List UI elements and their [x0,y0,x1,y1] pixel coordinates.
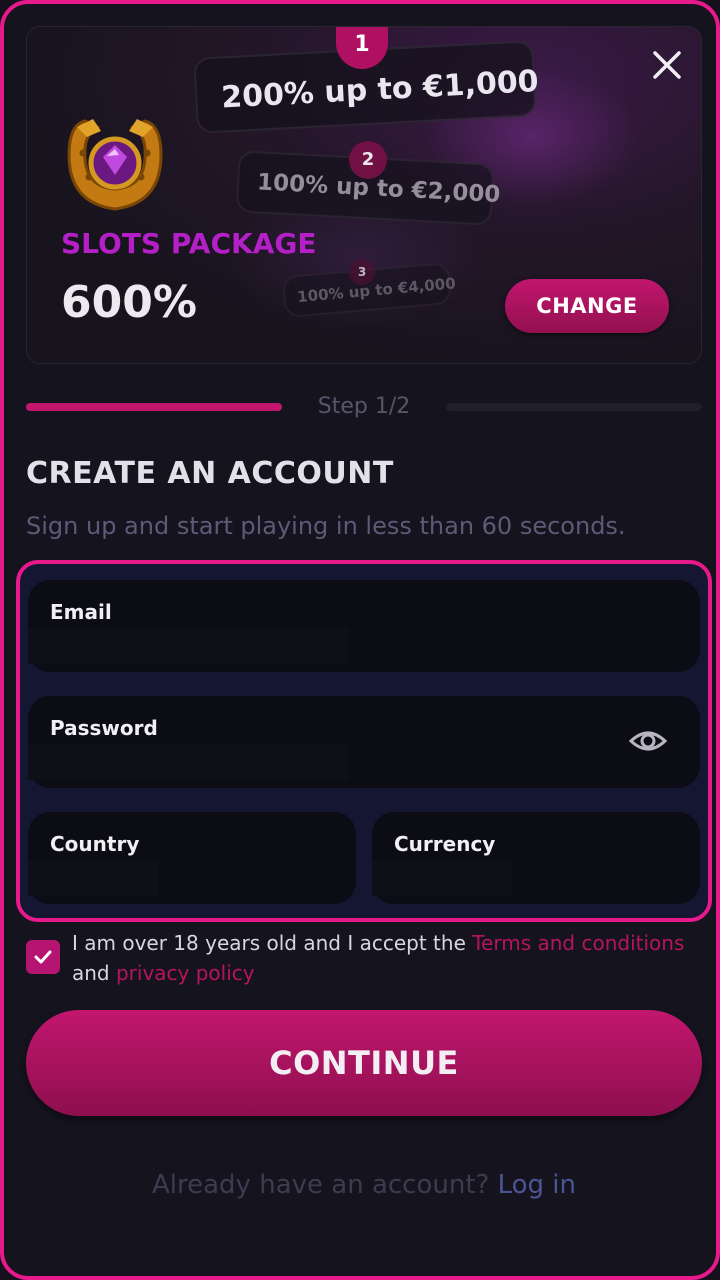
bonus-tier-number: 2 [349,141,387,179]
consent-text-start: I am over 18 years old and I accept the [72,931,473,955]
privacy-link[interactable]: privacy policy [116,961,255,985]
horseshoe-gem-icon [67,119,163,211]
bonus-tier-label: 100% up to €4,000 [296,274,457,307]
package-title: SLOTS PACKAGE [61,227,317,260]
bonus-banner: 200% up to €1,000 1 100% up to €2,000 2 … [26,26,702,364]
checkmark-icon [34,950,52,964]
page-title: CREATE AN ACCOUNT [26,456,394,491]
step-indicator: Step 1/2 [317,394,411,419]
login-link[interactable]: Log in [498,1170,576,1200]
password-input[interactable] [28,744,348,780]
bonus-tier-label: 200% up to €1,000 [220,63,540,116]
signup-modal: 200% up to €1,000 1 100% up to €2,000 2 … [0,0,720,1280]
currency-select[interactable]: Currency [372,812,700,904]
close-icon[interactable] [649,47,685,83]
step-progress-inactive [446,403,702,411]
continue-button[interactable]: CONTINUE [26,1010,702,1116]
consent-text: I am over 18 years old and I accept the … [72,928,692,988]
email-field[interactable]: Email [28,580,700,672]
step-progress-active [26,403,282,411]
terms-link[interactable]: Terms and conditions [472,931,684,955]
country-input[interactable] [28,860,158,896]
currency-input[interactable] [372,860,512,896]
currency-label: Currency [394,832,496,856]
page-subtitle: Sign up and start playing in less than 6… [26,512,626,540]
password-field[interactable]: Password [28,696,700,788]
change-package-button[interactable]: CHANGE [505,279,669,333]
package-percent: 600% [61,277,197,328]
eye-icon[interactable] [628,724,668,758]
email-label: Email [50,600,112,624]
email-input[interactable] [28,628,348,664]
country-label: Country [50,832,140,856]
login-prompt-text: Already have an account? [152,1170,498,1200]
password-label: Password [50,716,158,740]
country-select[interactable]: Country [28,812,356,904]
consent-text-middle: and [72,961,116,985]
bonus-tier-number: 3 [349,259,375,285]
age-consent-checkbox[interactable] [26,940,60,974]
login-prompt: Already have an account? Log in [4,1170,716,1200]
